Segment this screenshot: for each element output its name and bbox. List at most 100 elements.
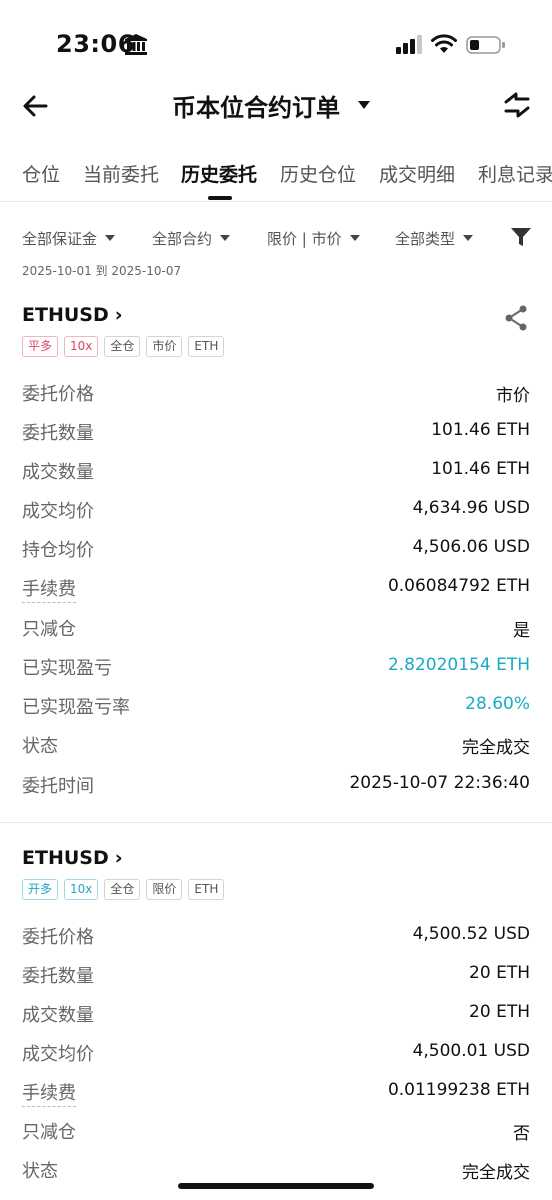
order-field-row: 只减仓 否 bbox=[22, 1115, 530, 1145]
order-field-row: 成交均价 4,500.01 USD bbox=[22, 1037, 530, 1067]
side-tag: 开多 bbox=[22, 879, 59, 900]
order-type-tag: 市价 bbox=[146, 336, 183, 357]
field-label: 成交均价 bbox=[22, 1044, 94, 1065]
margin-mode-tag: 全仓 bbox=[104, 879, 141, 900]
order-tabs: 仓位 当前委托 历史委托 历史仓位 成交明细 利息记录 bbox=[0, 150, 552, 202]
realized-pnl-value: 2.82020154 ETH bbox=[387, 655, 530, 675]
field-label: 委托时间 bbox=[22, 776, 94, 797]
tab-positions[interactable]: 仓位 bbox=[22, 160, 60, 187]
active-tab-indicator bbox=[208, 196, 232, 200]
field-label: 委托数量 bbox=[22, 966, 94, 987]
switch-icon[interactable] bbox=[502, 90, 532, 120]
field-value: 20 ETH bbox=[469, 1002, 530, 1022]
caret-down-icon bbox=[349, 235, 360, 241]
order-field-row: 已实现盈亏 2.82020154 ETH bbox=[22, 651, 530, 681]
field-label[interactable]: 手续费 bbox=[22, 1079, 76, 1107]
tab-trade-details[interactable]: 成交明细 bbox=[379, 160, 455, 187]
field-label: 只减仓 bbox=[22, 619, 76, 640]
page-title[interactable]: 币本位合约订单 bbox=[172, 88, 340, 123]
tab-interest-records[interactable]: 利息记录 bbox=[478, 160, 552, 187]
field-label: 委托价格 bbox=[22, 927, 94, 948]
date-range: 2025-10-01 到 2025-10-07 bbox=[22, 264, 182, 278]
field-value: 是 bbox=[513, 621, 530, 641]
tab-position-history[interactable]: 历史仓位 bbox=[280, 160, 356, 187]
field-label: 只减仓 bbox=[22, 1122, 76, 1143]
order-field-row: 持仓均价 4,506.06 USD bbox=[22, 533, 530, 563]
app-header: 币本位合约订单 bbox=[0, 80, 552, 132]
share-icon[interactable] bbox=[503, 304, 529, 332]
caret-down-icon bbox=[220, 235, 231, 241]
order-card: ETHUSD › 开多 10x 全仓 限价 ETH 委托价格 4,500.52 USD 委托… bbox=[0, 847, 552, 1187]
field-label: 成交均价 bbox=[22, 501, 94, 522]
order-field-row: 委托数量 101.46 ETH bbox=[22, 416, 530, 446]
battery-icon bbox=[466, 36, 505, 54]
order-field-row: 委托价格 4,500.52 USD bbox=[22, 920, 530, 950]
field-label: 已实现盈亏率 bbox=[22, 697, 130, 718]
field-value: 4,500.01 USD bbox=[412, 1041, 530, 1061]
card-divider bbox=[0, 822, 552, 823]
order-field-row: 手续费 0.01199238 ETH bbox=[22, 1076, 530, 1107]
leverage-tag: 10x bbox=[64, 336, 99, 357]
filter-type[interactable]: 全部类型 bbox=[395, 228, 474, 249]
filter-bar: 全部保证金 全部合约 限价 | 市价 全部类型 bbox=[0, 222, 552, 258]
caret-down-icon bbox=[463, 235, 474, 241]
field-value: 20 ETH bbox=[469, 963, 530, 983]
bank-icon bbox=[125, 34, 147, 55]
filter-margin[interactable]: 全部保证金 bbox=[22, 228, 116, 249]
order-card: ETHUSD › 平多 10x 全仓 市价 ETH 委托价格 市价 委托数量 101.46 E… bbox=[0, 304, 552, 804]
order-field-row: 只减仓 是 bbox=[22, 612, 530, 642]
order-symbol[interactable]: ETHUSD › bbox=[22, 304, 123, 326]
field-label: 持仓均价 bbox=[22, 540, 94, 561]
field-label: 状态 bbox=[22, 1161, 58, 1182]
filter-contract[interactable]: 全部合约 bbox=[152, 228, 231, 249]
filter-icon[interactable] bbox=[510, 226, 532, 248]
tab-open-orders[interactable]: 当前委托 bbox=[83, 160, 159, 187]
field-value: 0.01199238 ETH bbox=[387, 1080, 530, 1100]
caret-down-icon bbox=[105, 235, 116, 241]
order-symbol-label: ETHUSD bbox=[22, 304, 109, 326]
order-field-row: 手续费 0.06084792 ETH bbox=[22, 572, 530, 603]
filter-order-price-type[interactable]: 限价 | 市价 bbox=[267, 228, 360, 249]
field-label: 委托数量 bbox=[22, 423, 94, 444]
field-label: 成交数量 bbox=[22, 462, 94, 483]
filter-order-price-type-label: 限价 | 市价 bbox=[267, 230, 342, 248]
back-arrow-icon[interactable] bbox=[20, 90, 52, 122]
order-field-row: 成交数量 101.46 ETH bbox=[22, 455, 530, 485]
field-value: 市价 bbox=[496, 386, 530, 406]
coin-tag: ETH bbox=[188, 336, 225, 357]
filter-type-label: 全部类型 bbox=[395, 230, 456, 248]
order-field-row: 成交均价 4,634.96 USD bbox=[22, 494, 530, 524]
coin-tag: ETH bbox=[188, 879, 225, 900]
caret-down-icon[interactable] bbox=[356, 99, 372, 111]
order-field-row: 成交数量 20 ETH bbox=[22, 998, 530, 1028]
field-value: 否 bbox=[513, 1124, 530, 1144]
order-field-row: 状态 完全成交 bbox=[22, 1154, 530, 1184]
order-symbol-label: ETHUSD bbox=[22, 847, 109, 869]
field-label[interactable]: 手续费 bbox=[22, 575, 76, 603]
field-label: 成交数量 bbox=[22, 1005, 94, 1026]
wifi-icon bbox=[431, 34, 457, 53]
field-value: 完全成交 bbox=[462, 1163, 530, 1183]
order-field-row: 已实现盈亏率 28.60% bbox=[22, 690, 530, 720]
order-symbol[interactable]: ETHUSD › bbox=[22, 847, 123, 869]
tab-order-history[interactable]: 历史委托 bbox=[181, 160, 257, 187]
field-label: 已实现盈亏 bbox=[22, 658, 112, 679]
field-value: 2025-10-07 22:36:40 bbox=[349, 773, 530, 793]
status-bar: 23:06 bbox=[0, 0, 552, 88]
leverage-tag: 10x bbox=[64, 879, 99, 900]
field-value: 101.46 ETH bbox=[431, 420, 530, 440]
order-tags: 平多 10x 全仓 市价 ETH bbox=[22, 336, 230, 358]
field-value: 4,500.52 USD bbox=[412, 924, 530, 944]
tabs-divider bbox=[0, 201, 552, 202]
field-value: 4,506.06 USD bbox=[412, 537, 530, 557]
field-value: 101.46 ETH bbox=[431, 459, 530, 479]
signal-icon bbox=[396, 35, 422, 54]
field-label: 委托价格 bbox=[22, 384, 94, 405]
order-field-row: 状态 完全成交 bbox=[22, 729, 530, 759]
realized-pnl-rate-value: 28.60% bbox=[465, 694, 530, 714]
field-value: 4,634.96 USD bbox=[412, 498, 530, 518]
order-field-row: 委托价格 市价 bbox=[22, 377, 530, 407]
side-tag: 平多 bbox=[22, 336, 59, 357]
home-indicator[interactable] bbox=[178, 1183, 374, 1189]
chevron-right-icon: › bbox=[114, 304, 123, 326]
